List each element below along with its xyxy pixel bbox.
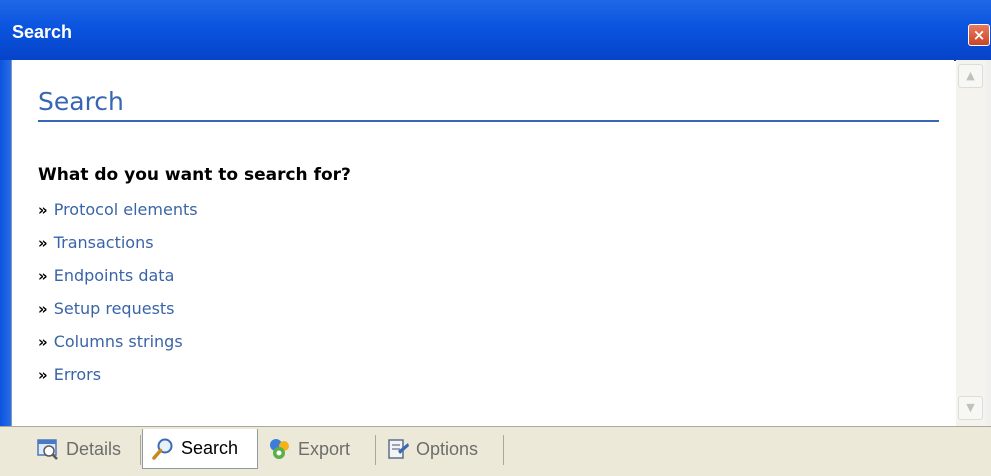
- export-icon: [268, 437, 292, 461]
- panel-heading: Search: [38, 87, 124, 116]
- search-question: What do you want to search for?: [38, 165, 351, 185]
- tab-separator: [503, 435, 504, 465]
- tab-separator: [140, 435, 141, 465]
- scroll-down-button[interactable]: ▼: [958, 396, 983, 420]
- bullet-arrow-icon: »: [38, 300, 48, 318]
- scroll-up-button[interactable]: ▲: [958, 64, 983, 88]
- search-option-setup-requests[interactable]: » Setup requests: [38, 299, 198, 332]
- title-bar[interactable]: Search ×: [0, 0, 991, 61]
- tab-export[interactable]: Export: [260, 429, 375, 469]
- heading-divider: [38, 120, 939, 122]
- options-icon: [386, 437, 410, 461]
- close-icon: ×: [972, 26, 986, 44]
- tab-search-label: Search: [181, 438, 239, 458]
- search-option-errors[interactable]: » Errors: [38, 365, 198, 398]
- link-errors[interactable]: Errors: [54, 365, 101, 384]
- tab-search[interactable]: Search: [142, 429, 258, 469]
- window-title: Search: [12, 22, 73, 42]
- magnifier-icon: [151, 437, 175, 461]
- link-setup-requests[interactable]: Setup requests: [54, 299, 175, 318]
- tab-options[interactable]: Options: [378, 429, 502, 469]
- window-frame-right: [986, 60, 991, 426]
- chevron-up-icon: ▲: [966, 69, 975, 82]
- tab-details-label: Details: [66, 438, 122, 459]
- bullet-arrow-icon: »: [38, 333, 48, 351]
- bullet-arrow-icon: »: [38, 267, 48, 285]
- close-button[interactable]: ×: [968, 24, 990, 46]
- link-transactions[interactable]: Transactions: [54, 233, 154, 252]
- chevron-down-icon: ▼: [966, 401, 975, 414]
- link-endpoints-data[interactable]: Endpoints data: [54, 266, 175, 285]
- tab-export-label: Export: [298, 438, 351, 459]
- link-protocol-elements[interactable]: Protocol elements: [54, 200, 198, 219]
- search-option-protocol-elements[interactable]: » Protocol elements: [38, 200, 198, 233]
- details-icon: [36, 437, 60, 461]
- search-option-columns-strings[interactable]: » Columns strings: [38, 332, 198, 365]
- search-option-transactions[interactable]: » Transactions: [38, 233, 198, 266]
- bottom-tab-bar: Details Search Export Options: [0, 426, 991, 476]
- window-frame-left: [0, 60, 12, 426]
- vertical-scrollbar[interactable]: ▲ ▼: [956, 60, 986, 426]
- link-columns-strings[interactable]: Columns strings: [54, 332, 183, 351]
- bullet-arrow-icon: »: [38, 234, 48, 252]
- search-option-endpoints-data[interactable]: » Endpoints data: [38, 266, 198, 299]
- search-options-list: » Protocol elements » Transactions » Endpoi…: [38, 200, 198, 398]
- tab-separator: [375, 435, 376, 465]
- search-panel: Search What do you want to search for? »…: [12, 60, 954, 426]
- bullet-arrow-icon: »: [38, 366, 48, 384]
- search-window: Search × Search What do you want to sear…: [0, 0, 991, 476]
- tab-options-label: Options: [416, 438, 479, 459]
- bullet-arrow-icon: »: [38, 201, 48, 219]
- tab-details[interactable]: Details: [28, 429, 138, 469]
